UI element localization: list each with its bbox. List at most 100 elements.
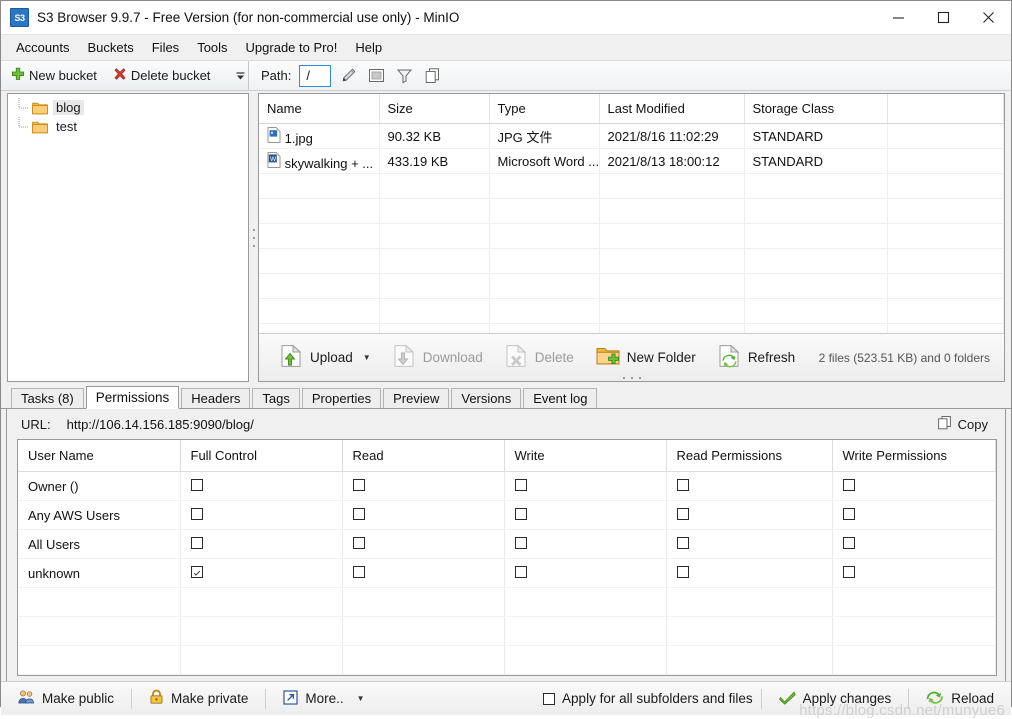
new-bucket-button[interactable]: New bucket <box>5 65 103 86</box>
col-full-control[interactable]: Full Control <box>180 440 343 472</box>
delete-bucket-button[interactable]: Delete bucket <box>107 65 217 86</box>
write-permissions-checkbox[interactable] <box>842 478 855 491</box>
read-checkbox[interactable] <box>352 565 365 578</box>
new-folder-button[interactable]: New Folder <box>587 341 705 374</box>
window-controls <box>876 1 1011 34</box>
read-checkbox[interactable] <box>352 478 365 491</box>
read-checkbox[interactable] <box>352 536 365 549</box>
svg-text:W: W <box>270 156 277 163</box>
download-button[interactable]: Download <box>384 340 492 375</box>
delete-file-icon <box>505 344 528 371</box>
apply-all-subfolders-checkbox-row[interactable]: Apply for all subfolders and files <box>543 691 753 706</box>
window-title: S3 Browser 9.9.7 - Free Version (for non… <box>37 10 460 25</box>
file-grid[interactable]: Name Size Type Last Modified Storage Cla… <box>259 94 1004 333</box>
acl-grid[interactable]: User Name Full Control Read Write Read P… <box>17 439 997 676</box>
path-input[interactable]: / <box>299 64 332 87</box>
col-size[interactable]: Size <box>379 94 490 124</box>
maximize-icon[interactable] <box>921 1 966 34</box>
file-count-status: 2 files (523.51 KB) and 0 folders <box>818 350 990 365</box>
menu-tools[interactable]: Tools <box>188 37 236 58</box>
tab-event-log[interactable]: Event log <box>523 388 598 408</box>
tree-item-blog[interactable]: blog <box>8 98 248 117</box>
menu-accounts[interactable]: Accounts <box>7 37 78 58</box>
acl-user-cell: Owner () <box>18 471 181 501</box>
full-control-checkbox[interactable] <box>190 565 203 578</box>
delete-button[interactable]: Delete <box>496 340 583 375</box>
close-icon[interactable] <box>966 1 1011 34</box>
pencil-icon[interactable] <box>339 67 357 85</box>
col-type[interactable]: Type <box>489 94 600 124</box>
tab-versions[interactable]: Versions <box>451 388 522 408</box>
file-size-cell: 433.19 KB <box>379 148 490 174</box>
make-private-button[interactable]: Make private <box>140 685 257 712</box>
bucket-tree[interactable]: blog test <box>7 93 249 382</box>
minimize-icon[interactable] <box>876 1 921 34</box>
window-icon[interactable] <box>367 67 385 85</box>
bottom-tabs: Tasks (8) Permissions Headers Tags Prope… <box>1 384 1011 409</box>
refresh-button[interactable]: Refresh <box>709 340 804 375</box>
col-write-permissions[interactable]: Write Permissions <box>832 440 996 472</box>
table-row[interactable]: unknown <box>18 558 996 588</box>
read-permissions-checkbox[interactable] <box>676 565 689 578</box>
write-permissions-checkbox[interactable] <box>842 565 855 578</box>
col-storage-class[interactable]: Storage Class <box>744 94 888 124</box>
empty-row <box>259 248 1004 274</box>
menu-files[interactable]: Files <box>143 37 188 58</box>
tree-item-test[interactable]: test <box>8 117 248 136</box>
copy-url-button[interactable]: Copy <box>927 411 997 437</box>
write-checkbox[interactable] <box>514 478 527 491</box>
toolbar-separator <box>131 688 133 709</box>
upload-button[interactable]: Upload ▼ <box>271 340 380 375</box>
full-control-checkbox[interactable] <box>190 536 203 549</box>
read-checkbox[interactable] <box>352 507 365 520</box>
tab-permissions[interactable]: Permissions <box>85 386 180 409</box>
col-name[interactable]: Name <box>259 94 380 124</box>
tab-properties[interactable]: Properties <box>301 388 382 408</box>
tab-headers[interactable]: Headers <box>181 388 251 408</box>
horizontal-splitter[interactable] <box>622 377 641 379</box>
full-control-checkbox[interactable] <box>190 478 203 491</box>
table-row[interactable]: All Users <box>18 529 996 559</box>
file-actions-toolbar: Upload ▼ Download Delete New Folder Refr… <box>259 333 1004 381</box>
more-button[interactable]: More.. ▼ <box>274 686 373 712</box>
menu-buckets[interactable]: Buckets <box>78 37 142 58</box>
table-row[interactable]: 1.jpg 90.32 KB JPG 文件 2021/8/16 11:02:29… <box>259 123 1004 149</box>
write-permissions-checkbox[interactable] <box>842 507 855 520</box>
filter-funnel-icon[interactable] <box>395 67 413 85</box>
copy-icon[interactable] <box>423 67 441 85</box>
read-permissions-checkbox[interactable] <box>676 507 689 520</box>
col-last-modified[interactable]: Last Modified <box>599 94 745 124</box>
chevron-down-icon[interactable] <box>234 68 246 84</box>
table-row[interactable]: Any AWS Users <box>18 500 996 530</box>
write-checkbox[interactable] <box>514 565 527 578</box>
make-public-button[interactable]: Make public <box>9 685 123 712</box>
chevron-down-icon[interactable]: ▼ <box>357 694 365 703</box>
reload-button[interactable]: Reload <box>917 685 1003 713</box>
reload-icon <box>926 689 944 709</box>
table-row[interactable]: W skywalking + ... 433.19 KB Microsoft W… <box>259 148 1004 174</box>
write-checkbox[interactable] <box>514 507 527 520</box>
chevron-down-icon[interactable]: ▼ <box>363 353 371 362</box>
read-permissions-checkbox[interactable] <box>676 478 689 491</box>
toolbar-separator <box>760 688 762 709</box>
col-read[interactable]: Read <box>342 440 505 472</box>
tab-tasks[interactable]: Tasks (8) <box>11 388 84 408</box>
vertical-splitter[interactable] <box>249 91 258 384</box>
tab-preview[interactable]: Preview <box>383 388 450 408</box>
menu-help[interactable]: Help <box>346 37 391 58</box>
col-read-permissions[interactable]: Read Permissions <box>666 440 833 472</box>
col-write[interactable]: Write <box>504 440 667 472</box>
read-permissions-checkbox[interactable] <box>676 536 689 549</box>
full-control-checkbox[interactable] <box>190 507 203 520</box>
apply-all-subfolders-checkbox[interactable] <box>543 692 556 705</box>
menu-upgrade-to-pro[interactable]: Upgrade to Pro! <box>237 37 347 58</box>
col-user-name[interactable]: User Name <box>18 440 181 472</box>
write-checkbox[interactable] <box>514 536 527 549</box>
apply-changes-button[interactable]: Apply changes <box>770 686 901 712</box>
url-value[interactable]: http://106.14.156.185:9090/blog/ <box>67 417 254 432</box>
tab-tags[interactable]: Tags <box>252 388 300 408</box>
table-row[interactable]: Owner () <box>18 471 996 501</box>
write-permissions-checkbox[interactable] <box>842 536 855 549</box>
acl-write-permissions-cell <box>832 471 996 501</box>
download-label: Download <box>422 350 483 365</box>
